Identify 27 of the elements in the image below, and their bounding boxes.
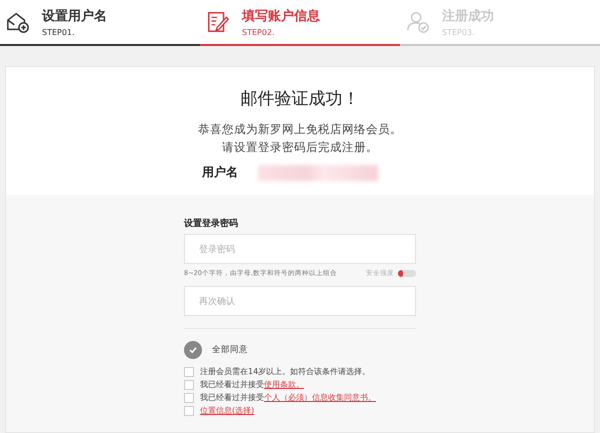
terms-text: 我已经看过并接受 bbox=[200, 393, 264, 402]
user-check-icon bbox=[406, 10, 430, 34]
terms-text: 注册会员需在14岁以上。如符合该条件请选择。 bbox=[200, 367, 370, 376]
terms-text: 我已经看过并接受 bbox=[200, 380, 264, 389]
step-title: 填写账户信息 bbox=[242, 8, 320, 25]
terms-checkbox[interactable] bbox=[184, 380, 194, 390]
terms-link[interactable]: 个人（必须）信息收集同意书。 bbox=[264, 393, 376, 402]
confirm-password-field[interactable]: 再次确认 bbox=[184, 286, 416, 316]
terms-checkbox[interactable] bbox=[184, 366, 194, 376]
message-text: 恭喜您成为新罗网上免税店网络会员。 bbox=[198, 121, 402, 138]
strength-meter bbox=[398, 270, 416, 277]
message-text: 请设置登录密码后完成注册。 bbox=[222, 139, 378, 156]
username-label: 用户名 bbox=[202, 164, 238, 181]
step-number: STEP01. bbox=[42, 28, 76, 37]
terms-link[interactable]: 位置信息(选择) bbox=[200, 406, 254, 415]
agree-all-checkbox[interactable] bbox=[184, 341, 202, 359]
password-field[interactable]: 登录密码 bbox=[184, 234, 416, 264]
step-number: STEP02. bbox=[242, 28, 276, 37]
step-title: 设置用户名 bbox=[42, 8, 107, 25]
terms-checkbox[interactable] bbox=[184, 392, 194, 402]
form-title: 设置登录密码 bbox=[184, 217, 239, 230]
success-heading: 邮件验证成功！ bbox=[240, 88, 360, 110]
envelope-plus-icon bbox=[6, 10, 30, 34]
document-pencil-icon bbox=[206, 10, 230, 34]
terms-link[interactable]: 使用条款。 bbox=[264, 380, 304, 389]
terms-checkbox[interactable] bbox=[184, 406, 194, 416]
agree-all-label: 全部同意 bbox=[212, 344, 248, 356]
